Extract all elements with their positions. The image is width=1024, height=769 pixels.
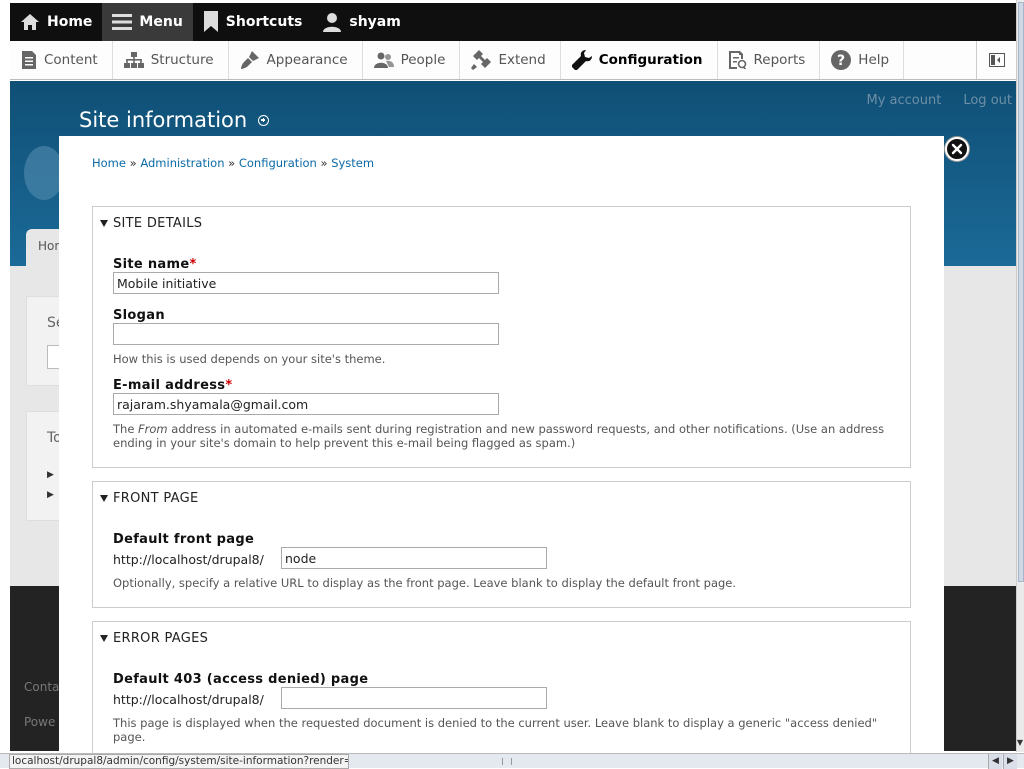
tray-item-label: Extend — [498, 52, 546, 68]
toolbar-user[interactable]: shyam — [312, 3, 410, 41]
tray-item-label: Reports — [753, 52, 806, 68]
error-403-input[interactable] — [281, 687, 547, 709]
overlay-title: Site information — [79, 108, 270, 132]
collapse-arrow-icon — [100, 220, 108, 227]
fieldset-legend: SITE DETAILS — [113, 216, 203, 231]
sidebar-toggle-icon — [988, 53, 1005, 67]
bookmark-icon — [203, 11, 218, 32]
tray-item-configuration[interactable]: Configuration — [561, 41, 718, 79]
paintbrush-icon — [240, 51, 259, 69]
close-icon — [951, 143, 963, 155]
close-overlay-button[interactable] — [945, 137, 969, 161]
tray-item-label: Content — [44, 52, 98, 68]
page-title: Site information — [79, 108, 248, 132]
document-icon — [22, 51, 36, 69]
toolbar-user-label: shyam — [349, 14, 401, 30]
log-out-link[interactable]: Log out — [963, 93, 1012, 108]
toolbar-shortcuts-label: Shortcuts — [225, 14, 303, 30]
tray-orientation-toggle[interactable] — [976, 41, 1016, 79]
collapse-arrow-icon — [100, 635, 108, 642]
svg-text:?: ? — [837, 53, 845, 69]
tray-item-people[interactable]: People — [363, 41, 461, 79]
my-account-link[interactable]: My account — [867, 93, 942, 108]
puzzle-icon — [471, 50, 492, 70]
tray-item-label: Structure — [150, 52, 214, 68]
error-403-prefix: http://localhost/drupal8/ — [113, 692, 264, 707]
vertical-scrollbar[interactable] — [1016, 0, 1024, 752]
tray-item-appearance[interactable]: Appearance — [229, 41, 363, 79]
fieldset-error-pages: ERROR PAGES Default 403 (access denied) … — [92, 621, 911, 756]
fieldset-site-details: SITE DETAILS Site name* Slogan How this … — [92, 206, 911, 468]
required-marker: * — [225, 378, 233, 393]
breadcrumb-configuration[interactable]: Configuration — [239, 156, 317, 170]
sitemap-icon — [123, 52, 144, 68]
toolbar-menu[interactable]: Menu — [102, 3, 193, 41]
fieldset-legend: ERROR PAGES — [113, 631, 209, 646]
slogan-input[interactable] — [113, 323, 499, 345]
admin-tray: Content Structure Appearance People Exte… — [10, 41, 1016, 80]
bg-footer-contact: Conta — [24, 680, 60, 694]
user-icon — [323, 13, 342, 32]
hamburger-icon — [112, 14, 133, 30]
bg-arrow-icon: ▶ — [47, 470, 54, 480]
slogan-description: How this is used depends on your site's … — [113, 352, 386, 366]
tray-item-label: Help — [858, 52, 890, 68]
wrench-icon — [571, 50, 592, 70]
tray-item-help[interactable]: ? Help — [820, 41, 905, 79]
status-url: localhost/drupal8/admin/config/system/si… — [9, 754, 349, 769]
admin-toolbar: Home Menu Shortcuts shyam — [10, 3, 1016, 41]
required-marker: * — [189, 257, 197, 272]
add-shortcut-icon[interactable] — [258, 114, 270, 126]
email-label: E-mail address* — [113, 378, 233, 393]
error-403-description: This page is displayed when the requeste… — [113, 716, 878, 744]
drupal-logo-icon — [24, 146, 64, 200]
email-description: The From address in automated e-mails se… — [113, 422, 885, 450]
toolbar-home[interactable]: Home — [10, 3, 102, 41]
front-page-label: Default front page — [113, 532, 255, 547]
vertical-scrollbar-thumb[interactable] — [1018, 2, 1024, 582]
scroll-right-arrow-icon[interactable]: ▶ — [1003, 754, 1017, 769]
fieldset-error-pages-toggle[interactable]: ERROR PAGES — [100, 631, 208, 646]
home-icon — [21, 14, 39, 30]
collapse-arrow-icon — [100, 495, 108, 502]
tray-item-structure[interactable]: Structure — [113, 41, 229, 79]
site-name-label: Site name* — [113, 257, 197, 272]
tray-item-extend[interactable]: Extend — [460, 41, 561, 79]
fieldset-front-page-toggle[interactable]: FRONT PAGE — [100, 491, 199, 506]
scroll-left-arrow-icon[interactable]: ◀ — [988, 754, 1002, 769]
fieldset-site-details-toggle[interactable]: SITE DETAILS — [100, 216, 202, 231]
secondary-menu: My account Log out — [867, 93, 1013, 108]
tray-item-label: Appearance — [266, 52, 348, 68]
slogan-label: Slogan — [113, 308, 165, 323]
bg-arrow-icon: ▶ — [47, 490, 54, 500]
fieldset-front-page: FRONT PAGE Default front page http://loc… — [92, 481, 911, 608]
people-icon — [373, 52, 394, 68]
breadcrumb-home[interactable]: Home — [92, 156, 126, 170]
help-icon: ? — [831, 50, 852, 70]
email-input[interactable] — [113, 393, 499, 415]
site-name-input[interactable] — [113, 272, 499, 294]
front-page-prefix: http://localhost/drupal8/ — [113, 552, 264, 567]
fieldset-legend: FRONT PAGE — [113, 491, 199, 506]
tray-item-label: Configuration — [598, 52, 703, 68]
tray-item-reports[interactable]: Reports — [718, 41, 821, 79]
error-403-label: Default 403 (access denied) page — [113, 672, 369, 687]
toolbar-home-label: Home — [47, 14, 93, 30]
breadcrumb-administration[interactable]: Administration — [140, 156, 224, 170]
tray-item-label: People — [400, 52, 446, 68]
tray-item-content[interactable]: Content — [10, 41, 113, 79]
bg-footer-powered: Powe — [24, 715, 56, 729]
reports-icon — [728, 51, 746, 69]
breadcrumb-system[interactable]: System — [331, 156, 374, 170]
breadcrumb: Home » Administration » Configuration » … — [92, 156, 375, 170]
front-page-input[interactable] — [281, 547, 547, 569]
overlay-dialog: Home » Administration » Configuration » … — [59, 136, 944, 756]
scroll-down-arrow-icon[interactable]: ▼ — [1016, 738, 1024, 752]
toolbar-menu-label: Menu — [139, 14, 183, 30]
horizontal-scrollbar-grip[interactable] — [502, 758, 512, 765]
toolbar-shortcuts[interactable]: Shortcuts — [193, 3, 313, 41]
status-bar: localhost/drupal8/admin/config/system/si… — [0, 753, 1024, 769]
front-page-description: Optionally, specify a relative URL to di… — [113, 576, 737, 590]
